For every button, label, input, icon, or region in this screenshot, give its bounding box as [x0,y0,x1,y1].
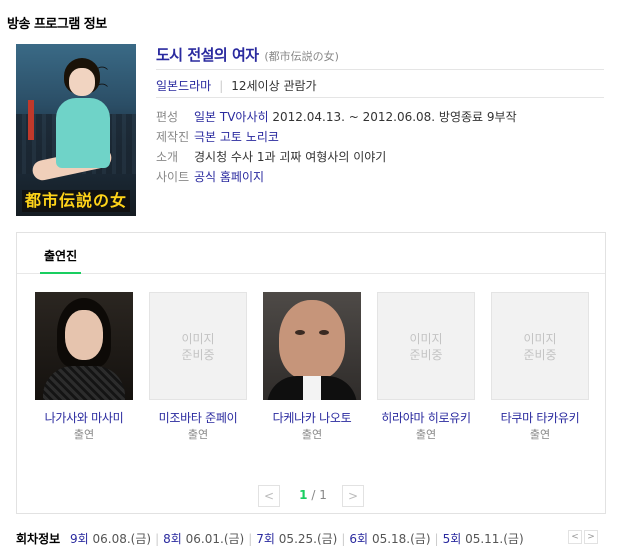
episode-item[interactable]: 6회 05.18.(금) [349,532,430,546]
detail-key: 편성 [156,110,179,124]
placeholder-text: 이미지 준비중 [409,332,443,362]
cast-member[interactable]: 나가사와 마사미 출연 [27,292,141,443]
cast-photo-placeholder: 이미지 준비중 [149,292,247,400]
program-info: 도시 전설의 여자 (都市伝説の女) 일본드라마 | 12세이상 관람가 편성 일본 … [156,44,604,187]
episode-item[interactable]: 5회 05.11.(금) [443,532,524,546]
episode-item[interactable]: 7회 05.25.(금) [256,532,337,546]
cast-panel: 출연진 나가사와 마사미 출연 이미지 준비중 미조바타 준페이 출연 다케나카… [16,232,606,514]
detail-row-site: 사이트 공식 홈페이지 [156,167,604,187]
chevron-left-icon[interactable]: < [258,485,280,507]
details-list: 편성 일본 TV아사히 2012.04.13. ~ 2012.06.08. 방영종… [156,107,604,187]
chevron-left-icon[interactable]: < [568,530,582,544]
episode-item[interactable]: 9회 06.08.(금) [70,532,151,546]
divider: | [248,532,253,546]
title-row: 도시 전설의 여자 (都市伝説の女) [156,44,604,70]
cast-role: 출연 [187,428,209,441]
cast-role: 출연 [415,428,437,441]
program-title-link[interactable]: 도시 전설의 여자 [156,46,259,64]
placeholder-text: 이미지 준비중 [181,332,215,362]
divider: | [219,79,224,93]
cast-member[interactable]: 이미지 준비중 미조바타 준페이 출연 [141,292,255,443]
cast-name[interactable]: 타쿠마 타카유키 [483,410,597,426]
cast-photo-placeholder: 이미지 준비중 [491,292,589,400]
cast-role: 출연 [529,428,551,441]
detail-key: 사이트 [156,170,190,184]
cast-member[interactable]: 다케나카 나오토 출연 [255,292,369,443]
poster-tower [28,100,34,140]
cast-member[interactable]: 이미지 준비중 타쿠마 타카유키 출연 [483,292,597,443]
detail-row-intro: 소개 경시청 수사 1과 괴짜 여형사의 이야기 [156,147,604,167]
detail-key: 제작진 [156,130,190,144]
placeholder-text: 이미지 준비중 [523,332,557,362]
episode-info: 회차정보 9회 06.08.(금) | 8회 06.01.(금) | 7회 05.25.… [16,530,606,546]
detail-value: 2012.04.13. ~ 2012.06.08. 방영종료 9부작 [272,110,517,124]
section-title: 방송 프로그램 정보 [7,17,107,32]
poster-figure [30,58,114,188]
channel-link[interactable]: 일본 TV아사히 [194,110,269,124]
program-poster[interactable]: ⌒ ⌒ 都市伝説の女 [16,44,136,216]
episode-item[interactable]: 8회 06.01.(금) [163,532,244,546]
total-pages: 1 [319,488,327,502]
cast-photo[interactable] [263,292,361,400]
original-title: (都市伝説の女) [264,50,339,63]
detail-value: 경시청 수사 1과 괴짜 여형사의 이야기 [194,150,387,164]
episode-label: 회차정보 [16,532,61,546]
current-page: 1 [299,488,308,502]
age-rating: 12세이상 관람가 [231,79,317,93]
cast-pager: < 1 / 1 > [17,485,605,507]
cast-tabbar: 출연진 [17,233,605,274]
chevron-right-icon[interactable]: > [584,530,598,544]
cast-name[interactable]: 다케나카 나오토 [255,410,369,426]
writer-link[interactable]: 극본 고토 노리코 [194,130,279,144]
cast-member[interactable]: 이미지 준비중 히라야마 히로유키 출연 [369,292,483,443]
poster-title: 都市伝説の女 [22,190,130,212]
page-indicator: 1 / 1 [299,488,327,502]
detail-key: 소개 [156,150,179,164]
divider: | [155,532,160,546]
tab-cast[interactable]: 출연진 [40,233,82,274]
divider: | [341,532,346,546]
detail-row-schedule: 편성 일본 TV아사히 2012.04.13. ~ 2012.06.08. 방영종… [156,107,604,127]
detail-row-crew: 제작진 극본 고토 노리코 [156,127,604,147]
cast-name[interactable]: 나가사와 마사미 [27,410,141,426]
cast-role: 출연 [73,428,95,441]
chevron-right-icon[interactable]: > [342,485,364,507]
cast-photo[interactable] [35,292,133,400]
genre-link[interactable]: 일본드라마 [156,79,211,93]
divider: | [434,532,439,546]
cast-photo-placeholder: 이미지 준비중 [377,292,475,400]
cast-role: 출연 [301,428,323,441]
cast-name[interactable]: 미조바타 준페이 [141,410,255,426]
cast-name[interactable]: 히라야마 히로유키 [369,410,483,426]
meta-row: 일본드라마 | 12세이상 관람가 [156,70,604,98]
official-site-link[interactable]: 공식 홈페이지 [194,170,264,184]
